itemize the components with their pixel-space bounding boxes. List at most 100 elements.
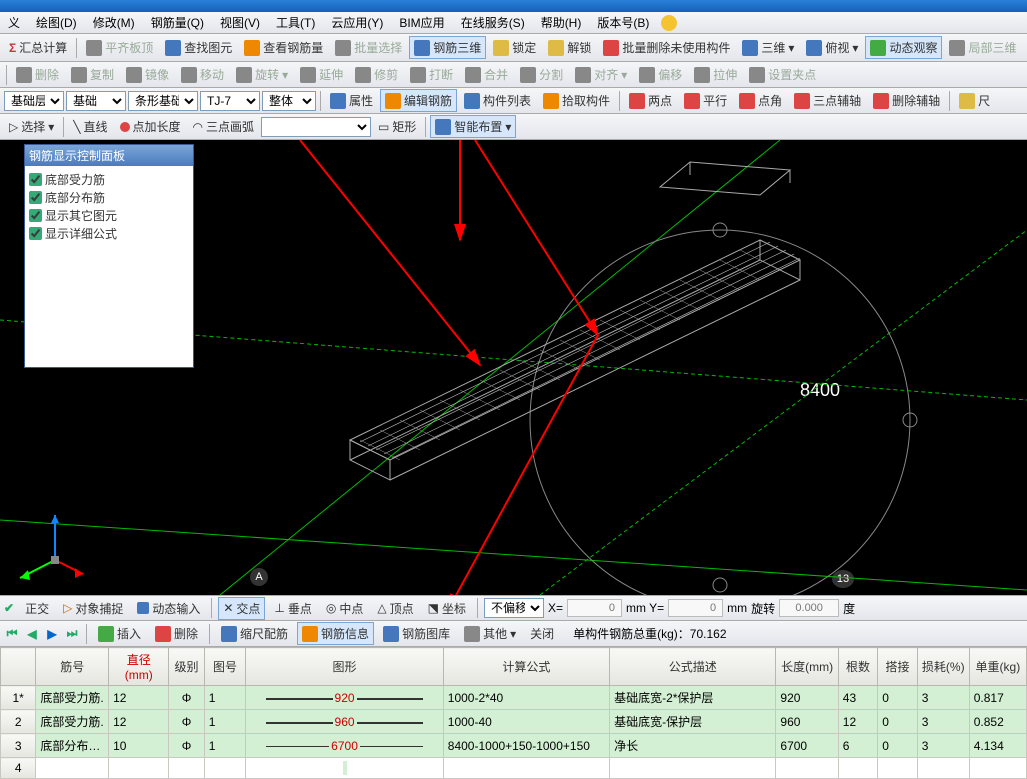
delete-row-button[interactable]: 删除 — [150, 622, 203, 645]
stretch-button[interactable]: 拉伸 — [689, 63, 742, 86]
panel-title: 钢筋显示控制面板 — [25, 145, 193, 166]
nav-prev[interactable]: ◀ — [24, 626, 40, 642]
axis-13-label: 13 — [832, 570, 854, 588]
unlock-button[interactable]: 解锁 — [543, 36, 596, 59]
ortho-toggle[interactable]: 正交 — [20, 597, 54, 620]
scale-rebar-button[interactable]: 缩尺配筋 — [216, 622, 293, 645]
lock-button[interactable]: 锁定 — [488, 36, 541, 59]
move-button[interactable]: 移动 — [176, 63, 229, 86]
nav-last[interactable]: ⏭ — [64, 626, 80, 642]
y-field[interactable]: 0 — [668, 599, 723, 617]
threeptaux-button[interactable]: 三点辅轴 — [789, 89, 866, 112]
status-bar: ✔ 正交 ▷对象捕捉 动态输入 ✕交点 ⊥垂点 ◎中点 △顶点 ⬔坐标 不偏移 … — [0, 595, 1027, 621]
chk-bottom-main[interactable]: 底部受力筋 — [29, 171, 189, 188]
ruler-button[interactable]: 尺 — [954, 89, 995, 112]
other-button[interactable]: 其他▾ — [459, 622, 521, 645]
extend-button[interactable]: 延伸 — [295, 63, 348, 86]
batch-del-button[interactable]: 批量删除未使用构件 — [598, 36, 735, 59]
threed-button[interactable]: 三维▾ — [737, 36, 799, 59]
select-button[interactable]: ▷ 选择▾ — [4, 115, 59, 138]
ptangle-button[interactable]: 点角 — [734, 89, 787, 112]
rebar-info-button[interactable]: 钢筋信息 — [297, 622, 374, 645]
delaux-button[interactable]: 删除辅轴 — [868, 89, 945, 112]
col-qty: 根数 — [838, 648, 878, 686]
find-elem-button[interactable]: 查找图元 — [160, 36, 237, 59]
chk-other-elem[interactable]: 显示其它图元 — [29, 207, 189, 224]
break-button[interactable]: 打断 — [405, 63, 458, 86]
line-button[interactable]: ╲ 直线 — [68, 115, 112, 138]
threearc-button[interactable]: ◠ 三点画弧 — [188, 115, 260, 138]
chk-bottom-dist[interactable]: 底部分布筋 — [29, 189, 189, 206]
menu-version[interactable]: 版本号(B) — [593, 12, 653, 33]
floor-select[interactable]: 基础层 — [4, 91, 64, 111]
menu-rebar[interactable]: 钢筋量(Q) — [147, 12, 208, 33]
rect-button[interactable]: ▭ 矩形 — [373, 115, 421, 138]
dyninput-toggle[interactable]: 动态输入 — [132, 597, 205, 620]
menu-def[interactable]: 义 — [4, 12, 24, 33]
menu-tools[interactable]: 工具(T) — [272, 12, 319, 33]
angle-field[interactable]: 0.000 — [779, 599, 839, 617]
rebar-lib-button[interactable]: 钢筋图库 — [378, 622, 455, 645]
rebar-table[interactable]: 筋号 直径(mm) 级别 图号 图形 计算公式 公式描述 长度(mm) 根数 搭… — [0, 647, 1027, 779]
axis-a-label: A — [250, 568, 268, 586]
trim-button[interactable]: 修剪 — [350, 63, 403, 86]
menu-help[interactable]: 帮助(H) — [537, 12, 586, 33]
sum-calc-button[interactable]: ΣΣ 汇总计算汇总计算 — [4, 36, 72, 59]
menu-view[interactable]: 视图(V) — [216, 12, 264, 33]
split-button[interactable]: 分割 — [515, 63, 568, 86]
batch-sel-button[interactable]: 批量选择 — [330, 36, 407, 59]
local3d-button[interactable]: 局部三维 — [944, 36, 1021, 59]
props-button[interactable]: 属性 — [325, 89, 378, 112]
offset-select[interactable]: 不偏移 — [484, 598, 544, 618]
osnap-toggle[interactable]: ▷对象捕捉 — [58, 597, 128, 620]
parallel-button[interactable]: 平行 — [679, 89, 732, 112]
memberlist-button[interactable]: 构件列表 — [459, 89, 536, 112]
chk-detail-formula[interactable]: 显示详细公式 — [29, 225, 189, 242]
look-button[interactable]: 俯视▾ — [801, 36, 863, 59]
mid-toggle[interactable]: ◎中点 — [321, 597, 369, 620]
view-rebar-button[interactable]: 查看钢筋量 — [239, 36, 328, 59]
coord-toggle[interactable]: ⬔坐标 — [423, 597, 471, 620]
x-field[interactable]: 0 — [567, 599, 622, 617]
copy-button[interactable]: 复制 — [66, 63, 119, 86]
table-row[interactable]: 4 — [1, 758, 1027, 779]
rebar-3d-button[interactable]: 钢筋三维 — [409, 36, 486, 59]
mirror-button[interactable]: 镜像 — [121, 63, 174, 86]
menu-draw[interactable]: 绘图(D) — [32, 12, 81, 33]
flat-slab-button[interactable]: 平齐板顶 — [81, 36, 158, 59]
twopt-button[interactable]: 两点 — [624, 89, 677, 112]
table-row[interactable]: 1* 底部受力筋.12Φ1 920 1000-2*40基础底宽-2*保护层920… — [1, 686, 1027, 710]
menu-bim[interactable]: BIM应用 — [395, 12, 448, 33]
apex-toggle[interactable]: △顶点 — [372, 597, 418, 620]
menu-cloud[interactable]: 云应用(Y) — [327, 12, 387, 33]
menu-online[interactable]: 在线服务(S) — [457, 12, 529, 33]
setgrip-button[interactable]: 设置夹点 — [744, 63, 821, 86]
viewport-3d[interactable]: 钢筋显示控制面板 底部受力筋 底部分布筋 显示其它图元 显示详细公式 — [0, 140, 1027, 595]
perp-toggle[interactable]: ⊥垂点 — [269, 597, 316, 620]
xpt-toggle[interactable]: ✕交点 — [218, 597, 265, 620]
nav-first[interactable]: ⏮ — [4, 626, 20, 642]
category-select[interactable]: 基础 — [66, 91, 126, 111]
close-button[interactable]: 关闭 — [525, 622, 559, 645]
rotate-button[interactable]: 旋转▾ — [231, 63, 293, 86]
dynview-button[interactable]: 动态观察 — [865, 36, 942, 59]
align-button[interactable]: 对齐▾ — [570, 63, 632, 86]
insert-row-button[interactable]: 插入 — [93, 622, 146, 645]
smart-button[interactable]: 智能布置▾ — [430, 115, 516, 138]
menu-modify[interactable]: 修改(M) — [89, 12, 139, 33]
toolbar-modify: 删除 复制 镜像 移动 旋转▾ 延伸 修剪 打断 合并 分割 对齐▾ 偏移 拉伸… — [0, 62, 1027, 88]
table-row[interactable]: 2 底部受力筋.12Φ1 960 1000-40基础底宽-保护层96012030… — [1, 710, 1027, 734]
instance-select[interactable]: TJ-7 — [200, 91, 260, 111]
subcat-select[interactable]: 条形基础 — [128, 91, 198, 111]
ptlen-button[interactable]: 点加长度 — [115, 115, 186, 138]
nav-next[interactable]: ▶ — [44, 626, 60, 642]
merge-button[interactable]: 合并 — [460, 63, 513, 86]
pickmember-button[interactable]: 拾取构件 — [538, 89, 615, 112]
del-button[interactable]: 删除 — [11, 63, 64, 86]
edit-rebar-button[interactable]: 编辑钢筋 — [380, 89, 457, 112]
draw-mode-select[interactable] — [261, 117, 371, 137]
whole-select[interactable]: 整体 — [262, 91, 316, 111]
offset-button[interactable]: 偏移 — [634, 63, 687, 86]
table-row[interactable]: 3 底部分布筋.110Φ1 6700 8400-1000+150-1000+15… — [1, 734, 1027, 758]
rebar-display-panel[interactable]: 钢筋显示控制面板 底部受力筋 底部分布筋 显示其它图元 显示详细公式 — [24, 144, 194, 368]
